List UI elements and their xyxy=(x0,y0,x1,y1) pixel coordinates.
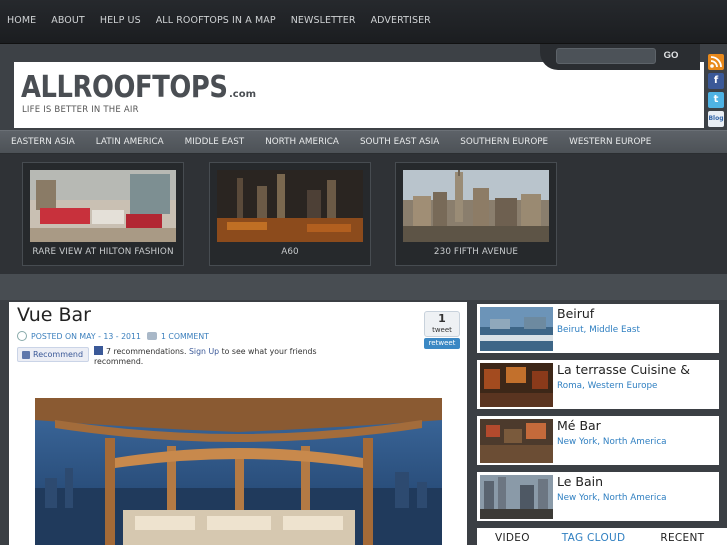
sidebar-item[interactable]: Le Bain New York, North America xyxy=(477,472,719,521)
post-date: POSTED ON MAY - 13 - 2011 xyxy=(31,331,141,341)
sidebar-item-image[interactable] xyxy=(480,475,553,519)
search-go-button[interactable]: GO xyxy=(658,48,684,64)
tab-recent[interactable]: RECENT xyxy=(660,528,704,545)
nav-advertiser[interactable]: ADVERTISER xyxy=(371,0,431,42)
rss-icon[interactable] xyxy=(708,54,724,70)
nav-home[interactable]: HOME xyxy=(7,0,36,42)
tweet-counter[interactable]: 1 tweet xyxy=(424,311,460,337)
sidebar-item-title[interactable]: Beiruf xyxy=(557,306,717,321)
sidebar-item-image[interactable] xyxy=(480,307,553,351)
featured-caption[interactable]: 230 FIFTH AVENUE xyxy=(396,247,556,257)
site-logo[interactable]: ALLROOFTOPS xyxy=(21,72,228,104)
tab-tag-cloud[interactable]: TAG CLOUD xyxy=(562,528,626,545)
sidebar-item-title[interactable]: Le Bain xyxy=(557,474,717,489)
nav-help-us[interactable]: HELP US xyxy=(100,0,141,42)
thumbs-up-icon xyxy=(22,350,30,359)
recommend-label: Recommend xyxy=(33,350,84,359)
facebook-icon xyxy=(94,346,103,355)
nav-all-rooftops-map[interactable]: ALL ROOFTOPS IN A MAP xyxy=(156,0,276,42)
featured-image[interactable] xyxy=(403,170,549,242)
facebook-icon[interactable]: f xyxy=(708,73,724,89)
featured-caption[interactable]: RARE VIEW AT HILTON FASHION xyxy=(23,247,183,257)
retweet-button[interactable]: retweet xyxy=(424,338,460,349)
comment-icon xyxy=(146,332,157,340)
sidebar-item-location[interactable]: Beirut, Middle East xyxy=(557,325,640,335)
sidebar-item-image[interactable] xyxy=(480,419,553,463)
fb-signup-link[interactable]: Sign Up xyxy=(189,347,219,356)
facebook-recommend-button[interactable]: Recommend xyxy=(17,347,89,362)
sidebar-item[interactable]: Mé Bar New York, North America xyxy=(477,416,719,465)
nav-newsletter[interactable]: NEWSLETTER xyxy=(291,0,356,42)
category-nav: EASTERN ASIA LATIN AMERICA MIDDLE EAST N… xyxy=(0,130,727,154)
cat-eastern-asia[interactable]: EASTERN ASIA xyxy=(11,131,75,154)
sidebar-item[interactable]: Beiruf Beirut, Middle East xyxy=(477,304,719,353)
post-meta: POSTED ON MAY - 13 - 2011 1 COMMENT xyxy=(17,331,209,341)
sidebar-tabs: VIDEO TAG CLOUD RECENT xyxy=(477,528,727,545)
clock-icon xyxy=(17,331,27,341)
cat-north-america[interactable]: NORTH AMERICA xyxy=(265,131,339,154)
featured-image[interactable] xyxy=(217,170,363,242)
nav-about[interactable]: ABOUT xyxy=(51,0,85,42)
featured-caption[interactable]: A60 xyxy=(210,247,370,257)
tweet-count: 1 xyxy=(438,312,446,325)
post-comments-link[interactable]: 1 COMMENT xyxy=(161,332,209,341)
site-logo-suffix: .com xyxy=(229,89,257,100)
cat-south-east-asia[interactable]: SOUTH EAST ASIA xyxy=(360,131,439,154)
sidebar-item-location[interactable]: New York, North America xyxy=(557,493,667,503)
cat-southern-europe[interactable]: SOUTHERN EUROPE xyxy=(460,131,548,154)
sidebar-item-title[interactable]: Mé Bar xyxy=(557,418,717,433)
social-icons: f t Blog xyxy=(708,54,726,130)
cat-western-europe[interactable]: WESTERN EUROPE xyxy=(569,131,651,154)
sidebar-item-location[interactable]: New York, North America xyxy=(557,437,667,447)
top-nav: HOME ABOUT HELP US ALL ROOFTOPS IN A MAP… xyxy=(0,0,727,44)
search-input[interactable] xyxy=(556,48,656,64)
post-title[interactable]: Vue Bar xyxy=(17,304,91,326)
twitter-icon[interactable]: t xyxy=(708,92,724,108)
cat-middle-east[interactable]: MIDDLE EAST xyxy=(185,131,245,154)
tweet-label: tweet xyxy=(432,326,452,334)
post-image[interactable] xyxy=(35,398,442,545)
featured-image[interactable] xyxy=(30,170,176,242)
featured-strip-footer xyxy=(0,274,727,300)
cat-latin-america[interactable]: LATIN AMERICA xyxy=(96,131,164,154)
site-tagline: LIFE IS BETTER IN THE AIR xyxy=(22,105,139,115)
sidebar-item-image[interactable] xyxy=(480,363,553,407)
facebook-recommend-note: 7 recommendations. Sign Up to see what y… xyxy=(94,346,344,367)
fb-count-text: 7 recommendations. xyxy=(106,347,187,356)
blog-icon[interactable]: Blog xyxy=(708,111,724,127)
sidebar-item-location[interactable]: Roma, Western Europe xyxy=(557,381,657,391)
sidebar-item[interactable]: La terrasse Cuisine & Roma, Western Euro… xyxy=(477,360,719,409)
tab-video[interactable]: VIDEO xyxy=(495,528,530,545)
featured-card[interactable]: A60 xyxy=(209,162,371,266)
featured-card[interactable]: 230 FIFTH AVENUE xyxy=(395,162,557,266)
featured-card[interactable]: RARE VIEW AT HILTON FASHION xyxy=(22,162,184,266)
sidebar-item-title[interactable]: La terrasse Cuisine & xyxy=(557,362,717,377)
